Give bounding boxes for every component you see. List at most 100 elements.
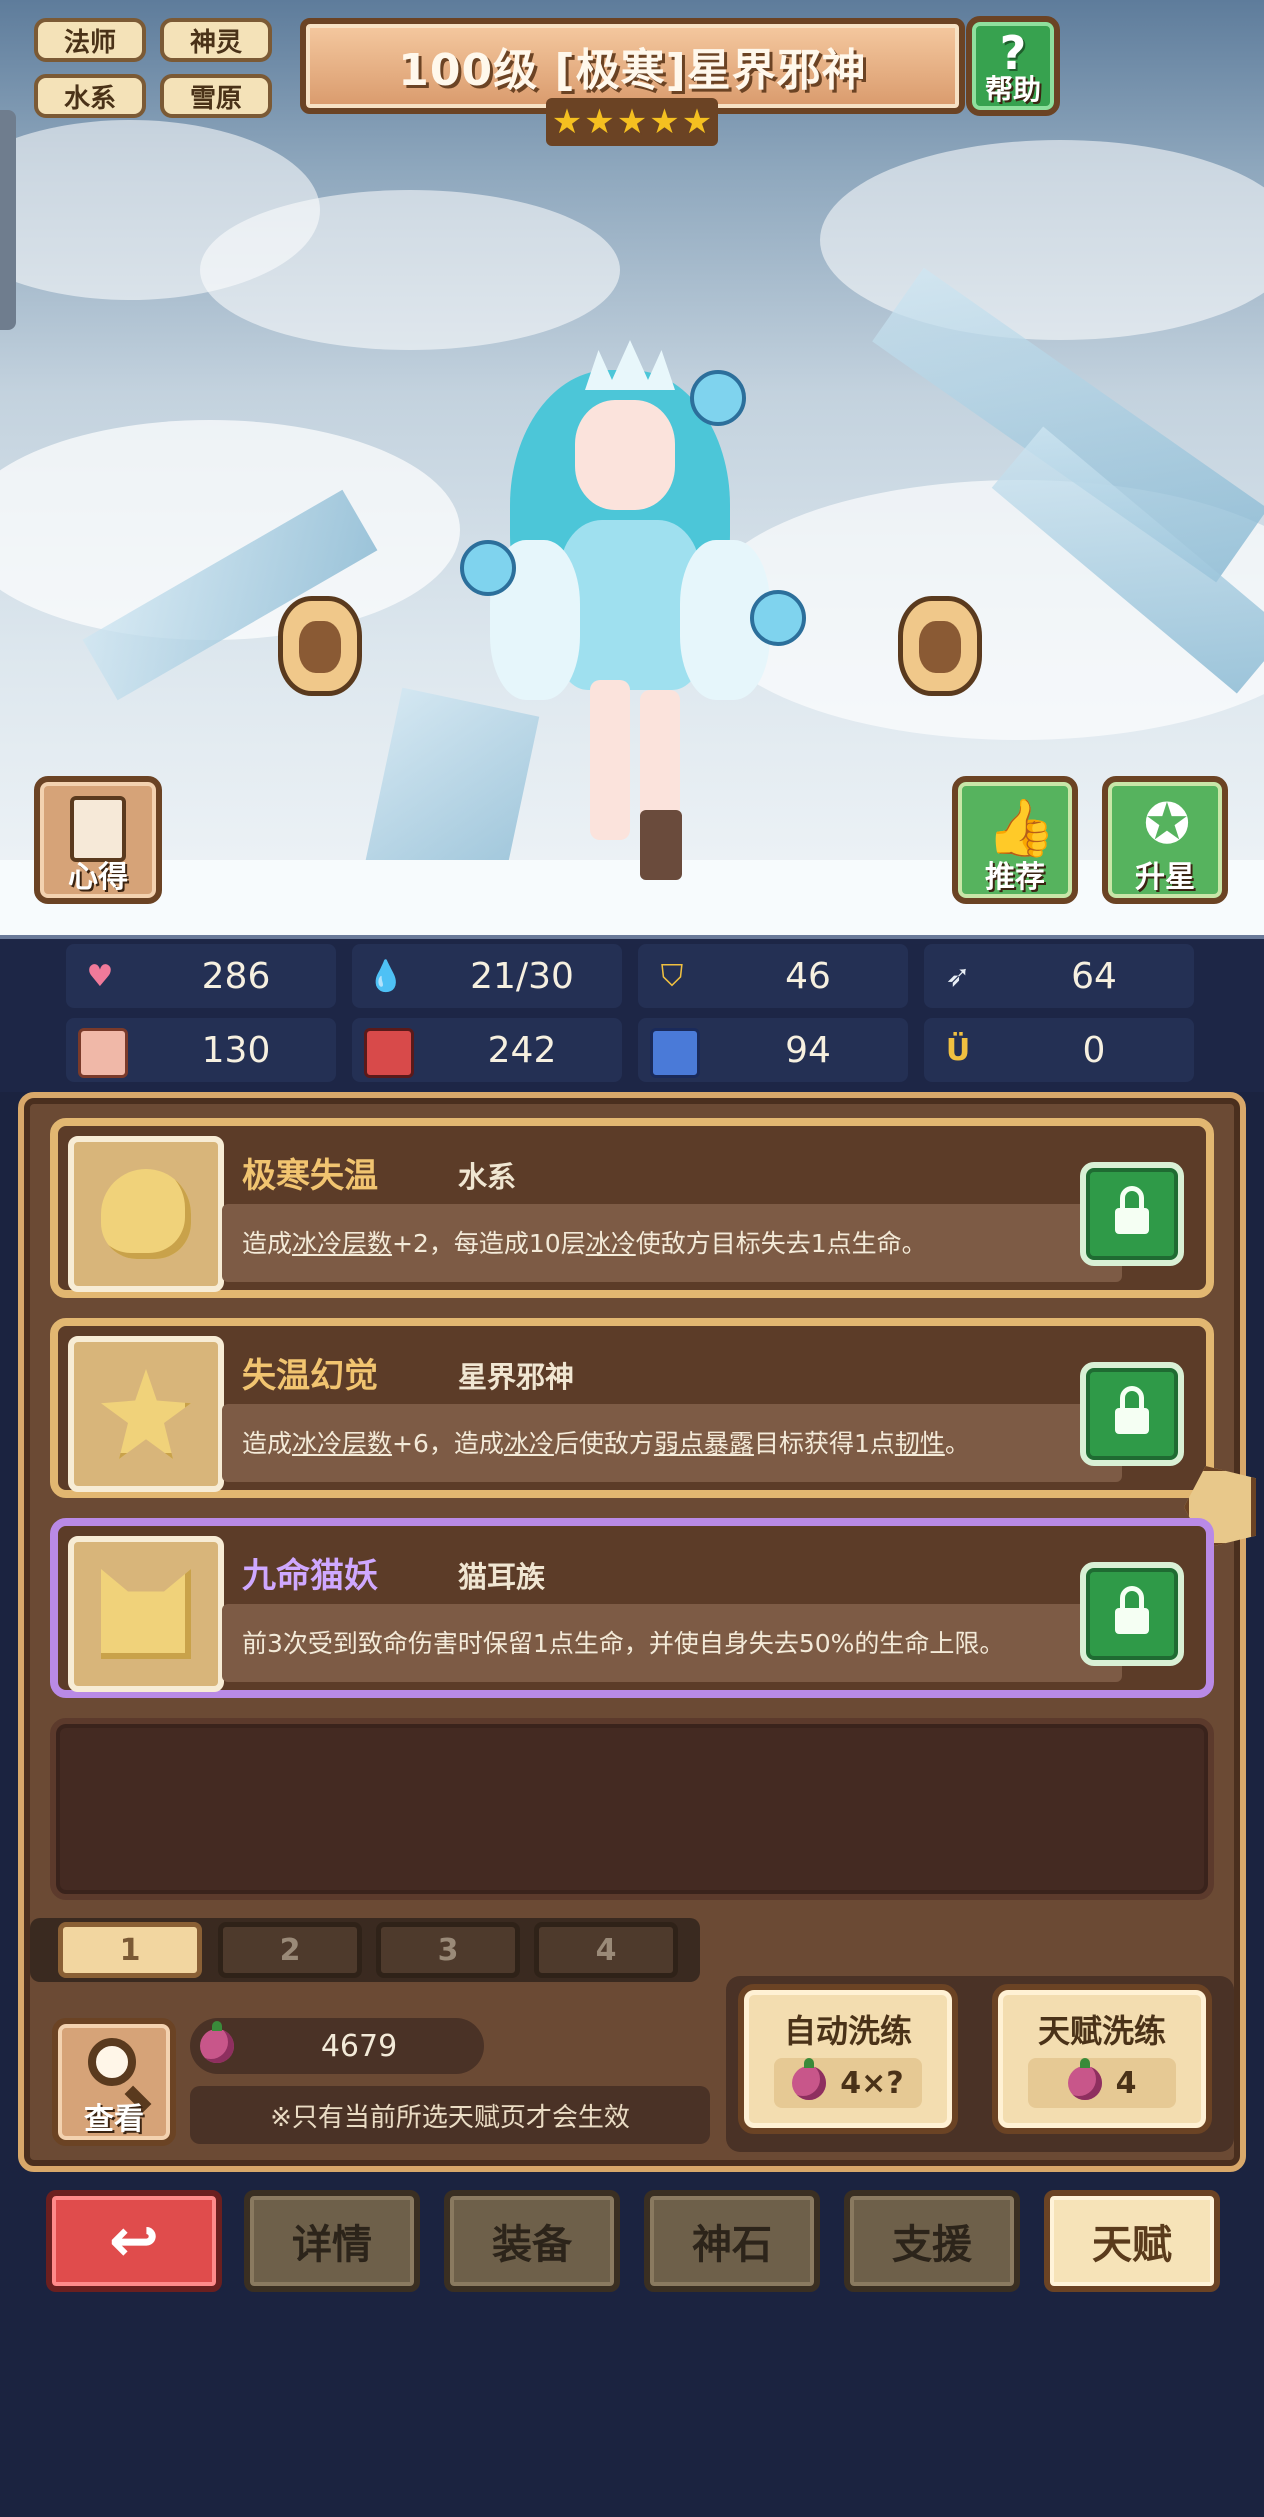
auto-reroll-label: 自动洗练	[783, 2012, 912, 2050]
tag-element: 水系	[34, 74, 146, 118]
talent-tag: 星界邪神	[458, 1360, 575, 1394]
page-tab-2[interactable]: 2	[218, 1922, 362, 1978]
spellbook-icon	[364, 1028, 414, 1078]
star-icon: ★	[681, 102, 713, 142]
stat-value: 21/30	[470, 955, 574, 997]
boot-icon	[650, 1028, 700, 1078]
notes-label: 心得	[68, 860, 128, 895]
stat-defense: ⛉ 46	[638, 944, 908, 1008]
page-tab-4[interactable]: 4	[534, 1922, 678, 1978]
cat-face-icon	[101, 1569, 191, 1659]
notes-button[interactable]: 心得	[34, 776, 162, 904]
talent-tag: 水系	[458, 1160, 517, 1194]
stat-attack: 130	[66, 1018, 336, 1082]
page-tab-3[interactable]: 3	[376, 1922, 520, 1978]
page-tab-1[interactable]: 1	[58, 1922, 202, 1978]
keyword-link[interactable]: 冰冷	[586, 1229, 636, 1258]
cloud	[200, 190, 620, 350]
fist-icon	[78, 1028, 128, 1078]
talent-icon-frame	[68, 1536, 224, 1692]
character-sprite[interactable]	[450, 330, 810, 910]
stat-agility: 94	[638, 1018, 908, 1082]
star-up-button[interactable]: ✪ 升星	[1102, 776, 1228, 904]
recommend-button[interactable]: 👍 推荐	[952, 776, 1078, 904]
currency-amount: 4679	[320, 2028, 398, 2064]
tab-divine-stone[interactable]: 神石	[644, 2190, 820, 2292]
talent-description: 前3次受到致命伤害时保留1点生命，并使自身失去50%的生命上限。	[242, 1629, 1005, 1658]
stat-luck: Ü 0	[924, 1018, 1194, 1082]
view-label: 查看	[84, 2102, 144, 2137]
star-emblem-icon	[101, 1369, 191, 1459]
heart-icon: ♥	[86, 958, 114, 994]
keyword-link[interactable]: 冰冷	[504, 1429, 554, 1458]
magnifier-icon	[88, 2038, 136, 2086]
talent-icon-frame	[68, 1336, 224, 1492]
tab-details[interactable]: 详情	[244, 2190, 420, 2292]
talent-name: 失温幻觉	[242, 1356, 378, 1396]
back-arrow-icon: ↩	[108, 2206, 160, 2276]
mana-drop-icon: 💧	[367, 958, 405, 994]
keyword-link[interactable]: 弱点暴露	[654, 1429, 754, 1458]
stat-value: 286	[201, 955, 271, 997]
star-icon: ★	[649, 102, 680, 142]
star-up-label: 升星	[1135, 860, 1195, 895]
talent-card[interactable]: 九命猫妖 猫耳族 前3次受到致命伤害时保留1点生命，并使自身失去50%的生命上限…	[50, 1518, 1214, 1698]
stat-value: 242	[487, 1029, 557, 1071]
stat-value: 94	[785, 1029, 831, 1071]
talent-icon-frame	[68, 1136, 224, 1292]
stat-value: 130	[201, 1029, 271, 1071]
tag-race: 神灵	[160, 18, 272, 62]
talent-description-bar: 造成冰冷层数+6，造成冰冷后使敌方弱点暴露目标获得1点韧性。	[222, 1404, 1122, 1482]
berry-currency-icon	[792, 2058, 827, 2100]
talent-reroll-label: 天赋洗练	[1037, 2012, 1166, 2050]
lock-button[interactable]	[1080, 1162, 1184, 1266]
hero-title: 100级 [极寒]星界邪神	[398, 45, 867, 96]
stat-mana: 💧 21/30	[352, 944, 622, 1008]
tab-equipment[interactable]: 装备	[444, 2190, 620, 2292]
view-button[interactable]: 查看	[52, 2018, 176, 2146]
keyword-link[interactable]: 冰冷层数	[292, 1429, 392, 1458]
shield-icon: ⛉	[660, 958, 684, 994]
cloud	[820, 140, 1264, 340]
back-button[interactable]: ↩	[46, 2190, 222, 2292]
amber-orb-right	[898, 596, 982, 696]
talent-description: 造成冰冷层数+6，造成冰冷后使敌方弱点暴露目标获得1点韧性。	[242, 1429, 970, 1458]
tab-support[interactable]: 支援	[844, 2190, 1020, 2292]
stat-value: 64	[1071, 955, 1117, 997]
stat-magic: 242	[352, 1018, 622, 1082]
auto-reroll-button[interactable]: 自动洗练 4×?	[738, 1984, 958, 2134]
talent-reroll-button[interactable]: 天赋洗练 4	[992, 1984, 1212, 2134]
star-rating: ★ ★ ★ ★ ★	[546, 98, 718, 146]
talent-description: 造成冰冷层数+2，每造成10层冰冷使敌方目标失去1点生命。	[242, 1229, 927, 1258]
talent-description-bar: 前3次受到致命伤害时保留1点生命，并使自身失去50%的生命上限。	[222, 1604, 1122, 1682]
talent-card[interactable]: 失温幻觉 星界邪神 造成冰冷层数+6，造成冰冷后使敌方弱点暴露目标获得1点韧性。	[50, 1318, 1214, 1498]
lock-button[interactable]	[1080, 1562, 1184, 1666]
talent-name: 九命猫妖	[242, 1556, 378, 1596]
star-badge-icon: ✪	[1143, 792, 1191, 857]
help-label: 帮助	[984, 73, 1041, 106]
horseshoe-icon: Ü	[945, 1032, 971, 1068]
star-icon: ★	[551, 102, 583, 142]
help-button[interactable]: ? 帮助	[966, 16, 1060, 116]
star-icon: ★	[584, 102, 615, 142]
keyword-link[interactable]: 冰冷层数	[292, 1229, 392, 1258]
lock-icon	[1115, 1186, 1149, 1234]
talent-name: 极寒失温	[242, 1156, 378, 1196]
lock-button[interactable]	[1080, 1362, 1184, 1466]
stat-hp: ♥ 286	[66, 944, 336, 1008]
talent-reroll-cost: 4	[1028, 2058, 1176, 2108]
amber-orb-left	[278, 596, 362, 696]
stat-speed: ➶ 64	[924, 944, 1194, 1008]
stat-value: 46	[785, 955, 831, 997]
keyword-link[interactable]: 韧性	[895, 1429, 945, 1458]
currency-display: 4679	[190, 2018, 484, 2074]
berry-currency-icon	[200, 2021, 234, 2063]
tab-talent[interactable]: 天赋	[1044, 2190, 1220, 2292]
berry-currency-icon	[1067, 2058, 1102, 2100]
side-drawer-handle[interactable]	[0, 110, 16, 330]
frost-bird-icon	[101, 1169, 191, 1259]
tag-class: 法师	[34, 18, 146, 62]
recommend-label: 推荐	[985, 860, 1045, 895]
talent-card[interactable]: 极寒失温 水系 造成冰冷层数+2，每造成10层冰冷使敌方目标失去1点生命。	[50, 1118, 1214, 1298]
stat-value: 0	[1082, 1029, 1106, 1071]
